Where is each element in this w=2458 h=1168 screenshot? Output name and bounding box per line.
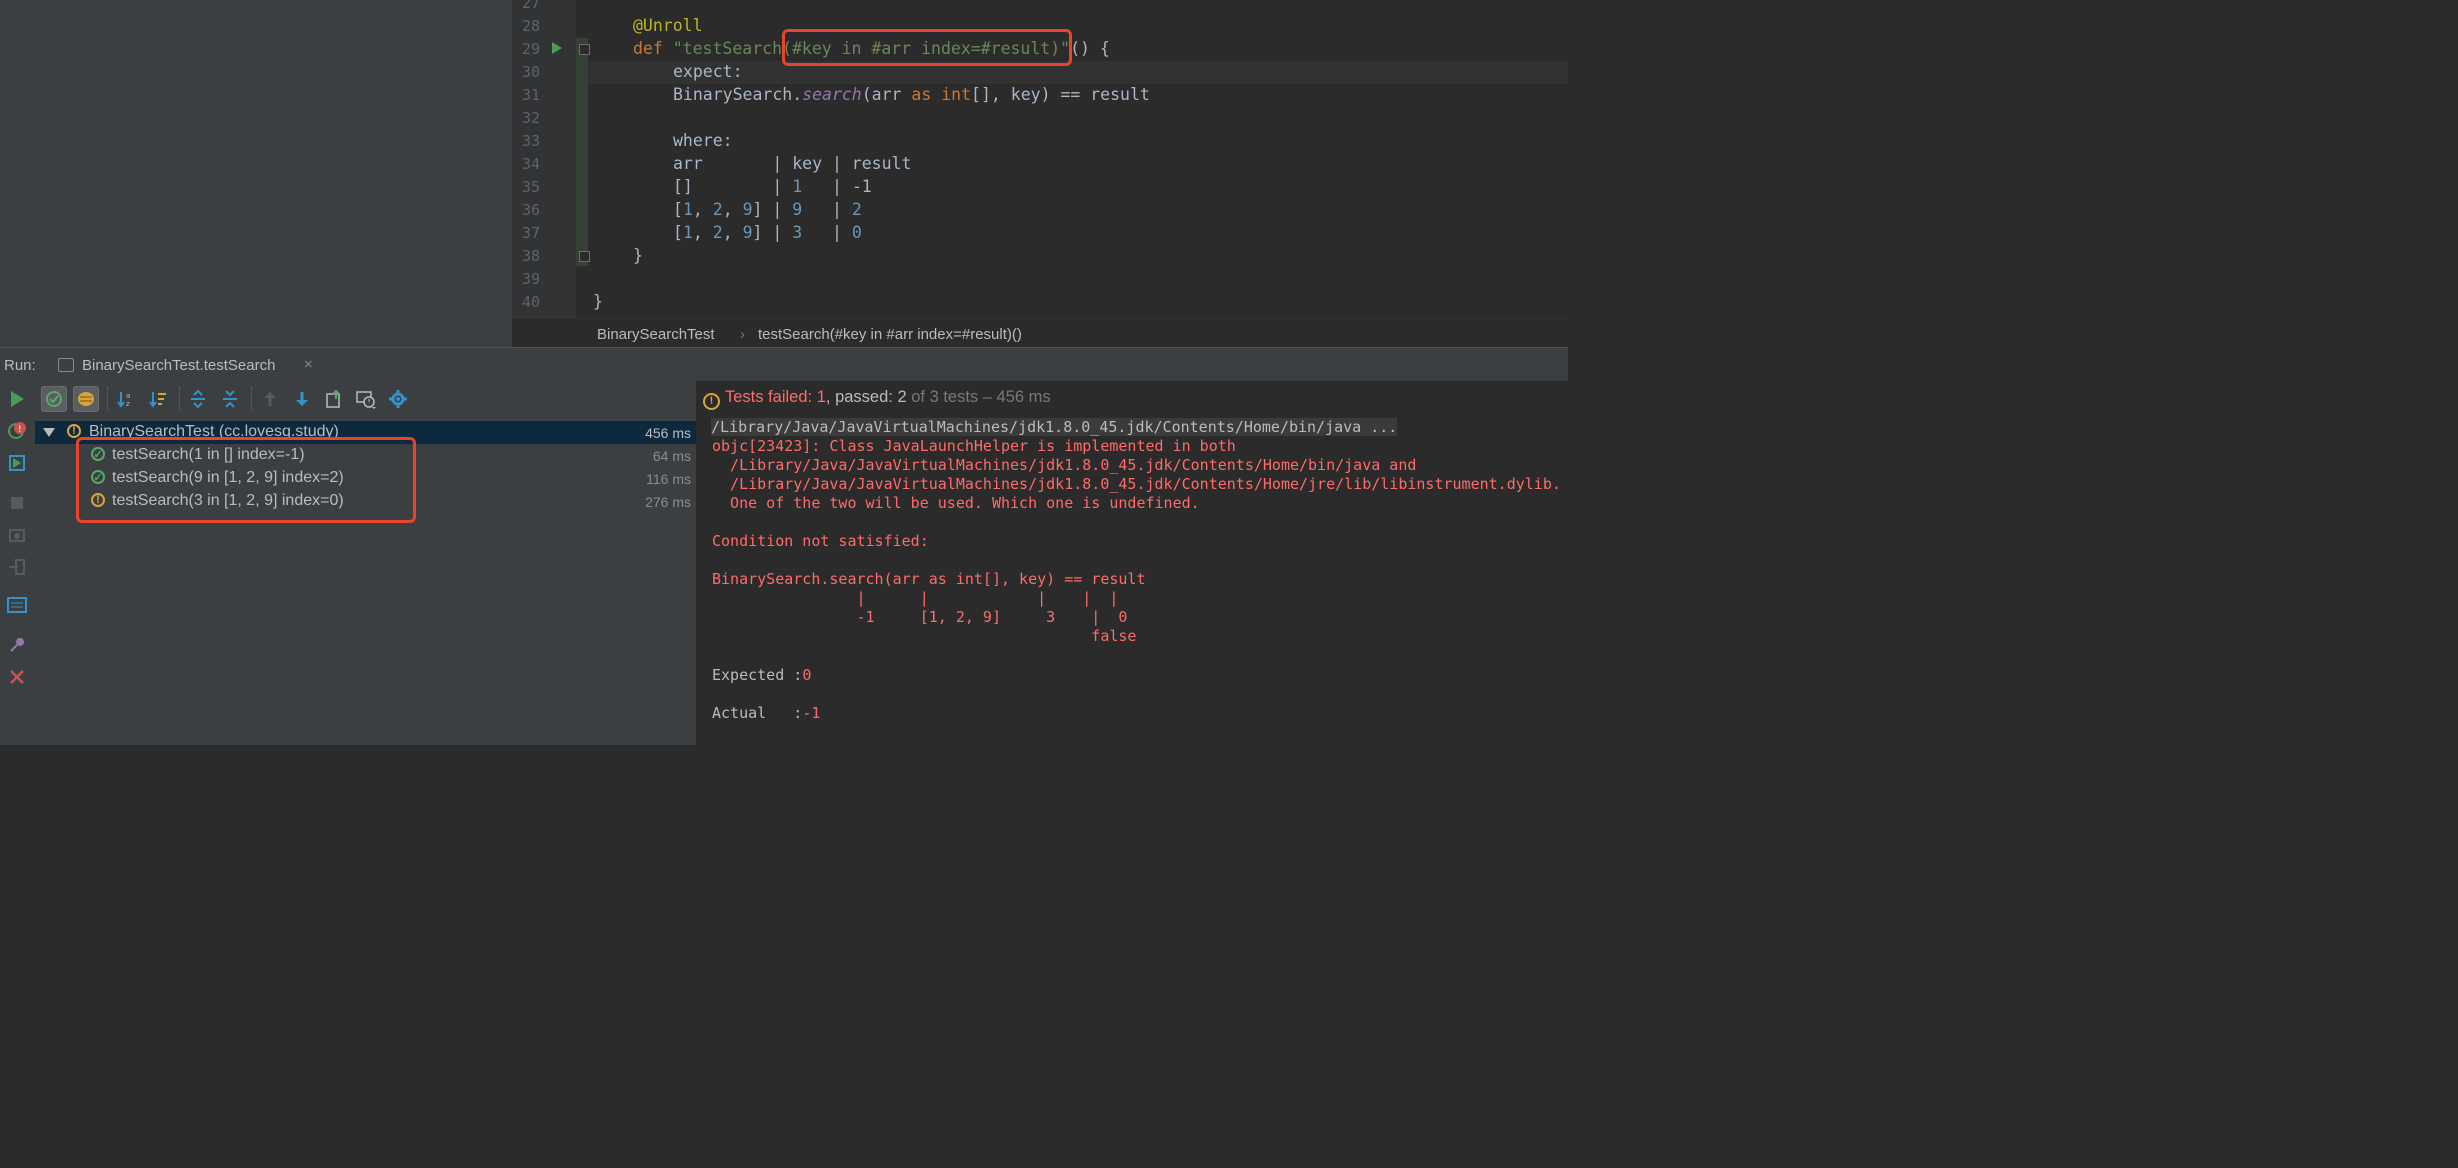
line-number: 35 [521,178,540,196]
warning-icon: ! [67,424,81,438]
close-icon[interactable]: × [304,356,313,373]
line-number: 29 [521,40,540,58]
rerun-failed-icon[interactable]: ! [6,420,28,442]
console-line: /Library/Java/JavaVirtualMachines/jdk1.8… [712,456,1417,474]
code-line: } [593,292,603,311]
line-number: 39 [521,270,540,288]
code-line: [1, 2, 9] | 9 | 2 [673,200,862,219]
console-line: -1 [1, 2, 9] 3 | 0 [712,608,1128,626]
fold-icon[interactable] [579,251,590,262]
console-actual: Actual :-1 [712,704,821,722]
run-label: Run: [4,357,36,374]
svg-text:a: a [126,392,130,400]
line-number: 36 [521,201,540,219]
sort-alphabetically-icon[interactable]: az [113,386,139,412]
console-line: | | | | | [712,589,1119,607]
test-history-icon[interactable] [353,386,379,412]
rerun-icon[interactable] [6,388,28,410]
fold-icon[interactable] [579,44,590,55]
line-number: 33 [521,132,540,150]
line-number: 37 [521,224,540,242]
run-tab-label: BinarySearchTest.testSearch [82,357,276,374]
run-tool-window-header: Run: BinarySearchTest.testSearch × [0,347,1568,382]
line-number: 40 [521,293,540,311]
previous-failed-icon [257,386,283,412]
code-line: } [633,246,643,265]
dump-threads-icon [6,524,28,546]
pin-icon[interactable] [6,634,28,656]
code-line: @Unroll [633,16,703,35]
collapse-arrow-icon[interactable] [43,428,55,437]
console-line: false [712,627,1137,645]
console-command[interactable]: /Library/Java/JavaVirtualMachines/jdk1.8… [711,418,1398,436]
code-line: where: [673,131,733,150]
console-line: One of the two will be used. Which one i… [712,494,1200,512]
run-test-icon[interactable] [552,42,562,54]
line-number: 32 [521,109,540,127]
show-ignored-icon[interactable] [73,386,99,412]
change-marker-bar [576,38,588,266]
layout-icon[interactable] [6,594,28,616]
code-line: expect: [673,62,743,81]
test-item-time: 64 ms [652,448,691,464]
code-line: [] | 1 | -1 [673,177,872,196]
breadcrumb-method[interactable]: testSearch(#key in #arr index=#result)() [758,326,1022,343]
console-line: Condition not satisfied: [712,532,929,550]
exit-icon [6,556,28,578]
next-failed-icon[interactable] [289,386,315,412]
breadcrumb: BinarySearchTest › testSearch(#key in #a… [512,318,1568,349]
breadcrumb-class[interactable]: BinarySearchTest [597,326,715,343]
run-config-icon [58,358,74,372]
svg-text:!: ! [18,425,22,435]
test-status: ! Tests failed: 1, passed: 2 of 3 tests –… [703,388,1051,410]
run-side-toolbar: ! [0,381,36,745]
svg-text:z: z [126,400,130,408]
line-number: 28 [521,17,540,35]
tree-root-time: 456 ms [645,425,691,441]
line-number: 27 [521,0,540,12]
run-tab[interactable]: BinarySearchTest.testSearch × [46,348,326,381]
line-number: 30 [521,63,540,81]
settings-gear-icon[interactable] [385,386,411,412]
test-item-time: 116 ms [646,471,691,487]
export-results-icon[interactable] [321,386,347,412]
line-number: 31 [521,86,540,104]
test-runner-toolbar: az [35,381,696,418]
console-expected: Expected :0 [712,666,812,684]
project-panel [0,0,512,347]
close-icon[interactable] [6,666,28,688]
code-line: arr | key | result [673,154,912,173]
expand-all-icon[interactable] [185,386,211,412]
code-line: [1, 2, 9] | 3 | 0 [673,223,862,242]
test-status-bar: ! Tests failed: 1, passed: 2 of 3 tests –… [696,381,1569,418]
warning-icon: ! [703,392,720,410]
stop-icon [6,492,28,514]
console-output[interactable]: /Library/Java/JavaVirtualMachines/jdk1.8… [697,418,1568,745]
show-passed-icon[interactable] [41,386,67,412]
line-number: 38 [521,247,540,265]
console-line: BinarySearch.search(arr as int[], key) =… [712,570,1146,588]
line-number: 34 [521,155,540,173]
toggle-autotest-icon[interactable] [6,452,28,474]
console-line: /Library/Java/JavaVirtualMachines/jdk1.8… [712,475,1561,493]
breadcrumb-separator: › [740,326,745,343]
sort-by-duration-icon[interactable] [145,386,171,412]
code-line: BinarySearch.search(arr as int[], key) =… [673,85,1150,104]
test-item-time: 276 ms [645,494,691,510]
annotation-highlight [782,29,1072,66]
annotation-highlight [76,437,416,523]
collapse-all-icon[interactable] [217,386,243,412]
console-line: objc[23423]: Class JavaLaunchHelper is i… [712,437,1236,455]
